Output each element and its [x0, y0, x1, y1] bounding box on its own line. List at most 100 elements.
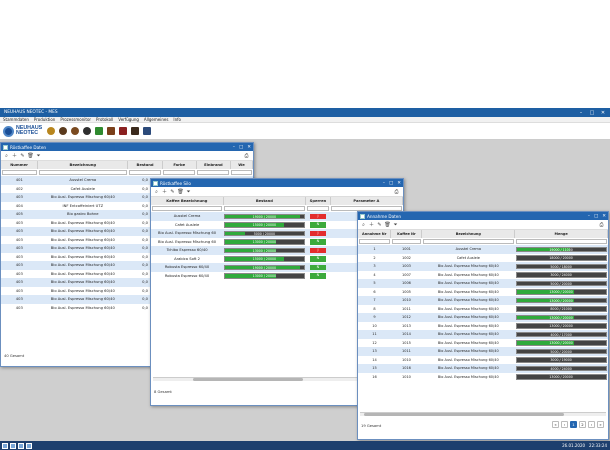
- column-filter-input[interactable]: [223, 205, 306, 212]
- bin-dark-icon[interactable]: [131, 127, 140, 135]
- binoculars-icon[interactable]: ⌕: [360, 221, 367, 228]
- silo-icon[interactable]: [143, 127, 152, 135]
- binoculars-icon[interactable]: ⌕: [3, 152, 10, 159]
- close-icon[interactable]: ✕: [599, 110, 607, 116]
- minimize-icon[interactable]: –: [383, 181, 385, 186]
- lock-badge[interactable]: N: [309, 222, 326, 228]
- filter-icon[interactable]: ⏷: [185, 188, 192, 195]
- maximize-icon[interactable]: □: [239, 145, 243, 150]
- delete-icon[interactable]: 🗑: [384, 221, 391, 228]
- table-row[interactable]: 5 1006 Bio Ausl. Espresso Mischung 60/40 50…: [358, 279, 608, 288]
- start-icon[interactable]: [2, 442, 8, 449]
- grinder-icon[interactable]: [71, 127, 80, 135]
- taskbar-app-icon[interactable]: [10, 442, 16, 449]
- pager-button[interactable]: ›: [588, 421, 595, 428]
- lock-badge[interactable]: N: [309, 273, 326, 279]
- column-filter-input[interactable]: [421, 238, 515, 245]
- edit-icon[interactable]: ✎: [376, 221, 383, 228]
- minimize-icon[interactable]: –: [577, 110, 585, 116]
- filter-icon[interactable]: ⏷: [35, 152, 42, 159]
- column-header[interactable]: Bestand: [127, 161, 163, 169]
- table-row[interactable]: 16 1010 Bio Ausl. Espresso Mischung 60/40 1…: [358, 372, 608, 381]
- table-row[interactable]: 12 1015 Bio Ausl. Espresso Mischung 60/40 1…: [358, 338, 608, 347]
- column-header[interactable]: Parameter A: [330, 197, 404, 205]
- pager-button[interactable]: 2: [579, 421, 586, 428]
- scrollbar-thumb[interactable]: [364, 413, 564, 416]
- edit-icon[interactable]: ✎: [19, 152, 26, 159]
- lock-badge[interactable]: N: [309, 239, 326, 245]
- add-icon[interactable]: ＋: [11, 152, 18, 159]
- add-icon[interactable]: ＋: [161, 188, 168, 195]
- taskbar-app-icon[interactable]: [18, 442, 24, 449]
- menu-item[interactable]: Protokoll: [96, 117, 113, 122]
- maximize-icon[interactable]: □: [594, 214, 598, 219]
- pager-button[interactable]: 1: [570, 421, 577, 428]
- roaster-icon[interactable]: [83, 127, 92, 135]
- pager-button[interactable]: ‹: [561, 421, 568, 428]
- column-header[interactable]: Nummer: [1, 161, 39, 169]
- table-row[interactable]: 3 1003 Bio Ausl. Espresso Mischung 60/40 50…: [358, 262, 608, 271]
- column-filter-input[interactable]: [37, 169, 128, 176]
- menu-item[interactable]: Allgemeines: [144, 117, 169, 122]
- table-row[interactable]: 6 1005 Bio Ausl. Espresso Mischung 60/40 13…: [358, 287, 608, 296]
- column-header[interactable]: Einbrand: [196, 161, 231, 169]
- table-row[interactable]: 11 1014 Bio Ausl. Espresso Mischung 60/40 4…: [358, 330, 608, 339]
- lock-badge[interactable]: J: [309, 213, 326, 219]
- table-row[interactable]: 15 1016 Bio Ausl. Espresso Mischung 60/40 4…: [358, 364, 608, 373]
- column-header[interactable]: Annahme Nr: [358, 230, 392, 238]
- column-header[interactable]: Sperren: [305, 197, 331, 205]
- table-row[interactable]: 2 1002 Cafet Ausleie 18000 / 20000: [358, 253, 608, 262]
- maximize-icon[interactable]: □: [389, 181, 393, 186]
- menu-item[interactable]: Prozessmonitor: [60, 117, 91, 122]
- cup-icon[interactable]: [59, 127, 68, 135]
- table-row[interactable]: 14 1010 Bio Ausl. Espresso Mischung 60/40 3…: [358, 355, 608, 364]
- table-row[interactable]: 10 1013 Bio Ausl. Espresso Mischung 60/40 1…: [358, 321, 608, 330]
- print-icon[interactable]: ⎙: [243, 152, 250, 159]
- minimize-icon[interactable]: –: [588, 214, 590, 219]
- print-icon[interactable]: ⎙: [393, 188, 400, 195]
- pager-button[interactable]: »: [597, 421, 604, 428]
- horizontal-scrollbar[interactable]: [360, 412, 606, 416]
- column-filter-input[interactable]: [230, 169, 253, 176]
- column-filter-input[interactable]: [358, 238, 391, 245]
- print-icon[interactable]: ⎙: [598, 221, 605, 228]
- beans-icon[interactable]: [47, 127, 56, 135]
- table-row[interactable]: 9 1012 Bio Ausl. Espresso Mischung 60/40 13…: [358, 313, 608, 322]
- taskbar-app-icon[interactable]: [26, 442, 32, 449]
- column-filter-input[interactable]: [151, 205, 224, 212]
- minimize-icon[interactable]: –: [233, 145, 235, 150]
- edit-icon[interactable]: ✎: [169, 188, 176, 195]
- table-row[interactable]: 8 1011 Bio Ausl. Espresso Mischung 60/40 80…: [358, 304, 608, 313]
- menu-item[interactable]: Info: [173, 117, 181, 122]
- column-filter-input[interactable]: [1, 169, 38, 176]
- menu-item[interactable]: Produktion: [34, 117, 55, 122]
- table-row[interactable]: 13 1011 Bio Ausl. Espresso Mischung 60/40 5…: [358, 347, 608, 356]
- column-header[interactable]: Kaffee Bezeichnung: [151, 197, 224, 205]
- column-filter-input[interactable]: [514, 238, 608, 245]
- binoculars-icon[interactable]: ⌕: [153, 188, 160, 195]
- window-titlebar[interactable]: Röstkaffee Daten – □ ✕: [1, 143, 253, 151]
- scrollbar-thumb[interactable]: [193, 378, 303, 381]
- column-header[interactable]: Bezeichnung: [421, 230, 516, 238]
- column-header[interactable]: Bezeichnung: [37, 161, 129, 169]
- column-filter-input[interactable]: [162, 169, 197, 176]
- lock-badge[interactable]: J: [309, 247, 326, 253]
- table-row[interactable]: 1 1001 Ausstel Crema 19000 / 11000: [358, 245, 608, 254]
- window-titlebar[interactable]: Röstkaffee Silo – □ ✕: [151, 179, 403, 187]
- column-header[interactable]: Bestand: [223, 197, 307, 205]
- column-header[interactable]: Menge: [514, 230, 608, 238]
- column-header[interactable]: Kaffee Nr: [390, 230, 423, 238]
- column-filter-input[interactable]: [305, 205, 331, 212]
- add-icon[interactable]: ＋: [368, 221, 375, 228]
- table-row[interactable]: 4 1007 Bio Ausl. Espresso Mischung 60/40 30…: [358, 270, 608, 279]
- maximize-icon[interactable]: □: [588, 110, 596, 116]
- delete-icon[interactable]: 🗑: [27, 152, 34, 159]
- table-row[interactable]: 7 1010 Bio Ausl. Espresso Mischung 60/40 13…: [358, 296, 608, 305]
- column-filter-input[interactable]: [390, 238, 422, 245]
- column-header[interactable]: We: [230, 161, 254, 169]
- bin-brown-icon[interactable]: [107, 127, 116, 135]
- menu-item[interactable]: Verfügung: [118, 117, 139, 122]
- window-titlebar[interactable]: Annahme Daten – □ ✕: [358, 212, 608, 220]
- delete-icon[interactable]: 🗑: [177, 188, 184, 195]
- lock-badge[interactable]: N: [309, 264, 326, 270]
